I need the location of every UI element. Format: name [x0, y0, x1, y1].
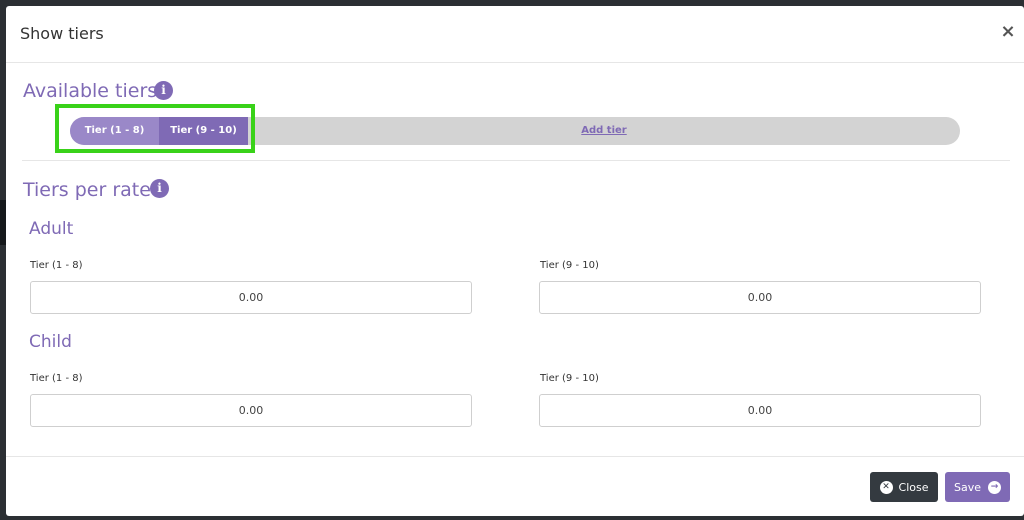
child-tier-2-input[interactable]: [539, 394, 981, 427]
info-icon[interactable]: i: [154, 81, 173, 100]
field-label: Tier (9 - 10): [540, 260, 599, 271]
group-title-child: Child: [29, 332, 72, 352]
tiers-per-rate-title: Tiers per rate: [23, 179, 151, 201]
add-tier-link[interactable]: Add tier: [248, 117, 960, 145]
close-button[interactable]: ✕ Close: [870, 472, 938, 502]
modal-title: Show tiers: [20, 24, 104, 43]
info-icon[interactable]: i: [150, 179, 169, 198]
x-circle-icon: ✕: [879, 480, 893, 494]
close-icon[interactable]: ×: [998, 22, 1018, 42]
close-button-label: Close: [898, 480, 929, 494]
adult-tier-2-input[interactable]: [539, 281, 981, 314]
section-divider: [22, 160, 1010, 161]
adult-tier-1-input[interactable]: [30, 281, 472, 314]
group-title-adult: Adult: [29, 219, 74, 239]
field-label: Tier (1 - 8): [30, 373, 83, 384]
save-button-label: Save: [953, 480, 981, 494]
child-tier-1-input[interactable]: [30, 394, 472, 427]
show-tiers-modal: Show tiers × Available tiers i Tier (1 -…: [6, 6, 1024, 516]
footer-divider: [6, 456, 1024, 457]
available-tiers-title: Available tiers: [23, 80, 158, 102]
arrow-right-circle-icon: →: [988, 480, 1001, 494]
save-button[interactable]: Save →: [945, 472, 1010, 502]
highlight-box: [55, 104, 255, 153]
modal-header: Show tiers ×: [6, 6, 1024, 63]
field-label: Tier (9 - 10): [540, 373, 599, 384]
field-label: Tier (1 - 8): [30, 260, 83, 271]
